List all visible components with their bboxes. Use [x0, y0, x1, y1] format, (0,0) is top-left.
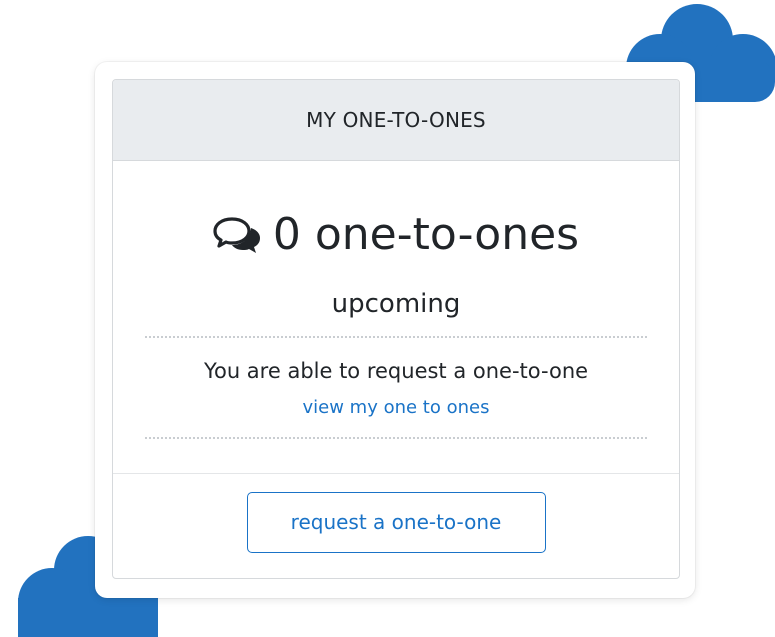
one-to-ones-count: 0 one-to-ones: [272, 209, 580, 260]
panel-footer: request a one-to-one: [113, 473, 679, 578]
divider: [145, 437, 647, 439]
count-line: 0 one-to-ones: [113, 209, 679, 260]
panel-body: 0 one-to-ones upcoming You are able to r…: [113, 161, 679, 474]
divider: [145, 336, 647, 338]
one-to-ones-card: MY ONE-TO-ONES 0 one-to-ones upcoming Yo…: [95, 62, 695, 598]
one-to-ones-panel: MY ONE-TO-ONES 0 one-to-ones upcoming Yo…: [112, 79, 680, 579]
chat-bubbles-icon: [213, 216, 260, 253]
upcoming-label: upcoming: [331, 289, 461, 319]
view-my-one-to-ones-link[interactable]: view my one to ones: [113, 397, 679, 418]
stage: MY ONE-TO-ONES 0 one-to-ones upcoming Yo…: [0, 0, 775, 637]
panel-header: MY ONE-TO-ONES: [113, 80, 679, 161]
request-info-text: You are able to request a one-to-one: [203, 359, 589, 383]
panel-title: MY ONE-TO-ONES: [306, 108, 486, 132]
request-one-to-one-button[interactable]: request a one-to-one: [246, 491, 546, 553]
